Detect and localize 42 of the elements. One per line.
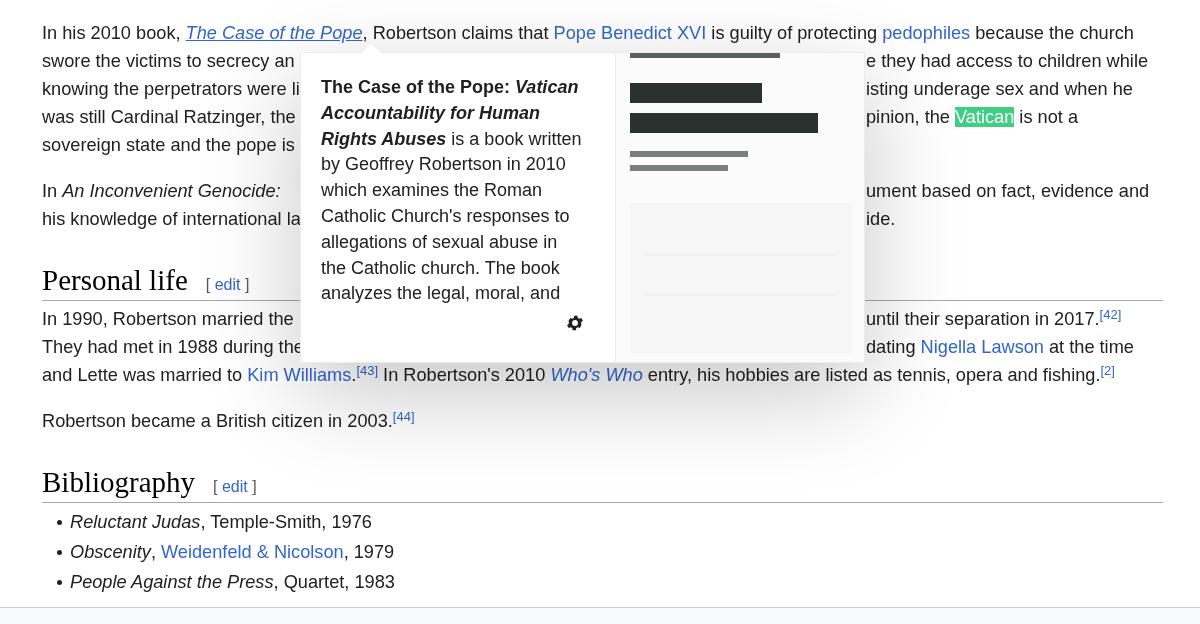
paragraph-text: knowing the perpetrators were li [42,79,300,99]
edit-section-text: [ edit ] [213,477,257,497]
paragraph-text: was still Cardinal Ratzinger, the [42,107,296,127]
paragraph-text: swore the victims to secrecy an [42,51,295,71]
paragraph-text: until their separation in 2017.$^{[42]}$ [866,309,1122,329]
paragraph-text: his knowledge of international la [42,209,301,229]
citation-link[interactable]: [2] [1100,363,1115,378]
paragraph-text: In his 2010 book, The Case of the Pope, Robertson claims that Pope Benedict XVI is guilty of protecting pedophiles because the church [42,23,1134,43]
edit-link[interactable]: edit [214,276,241,293]
citation-link[interactable]: [42] [1099,307,1122,322]
paragraph-text: pinion, the Vatican is not a [866,107,1078,127]
link[interactable]: Kim Williams [247,365,352,385]
paragraph-text: ument based on fact, evidence and [866,181,1150,201]
link[interactable]: Who's Who [550,365,643,385]
link[interactable]: Pope Benedict XVI [553,23,707,43]
edit-section-text: [ edit ] [205,275,250,295]
settings-icon[interactable] [565,313,585,333]
section-heading: Bibliography [42,465,196,500]
citation-link[interactable]: [44] [392,409,415,424]
paragraph-text: In 1990, Robertson married the [42,309,294,329]
paragraph-text: In An Inconvenient Genocide: [42,181,281,201]
bullet-icon [57,549,62,555]
section-heading: Personal life [42,263,188,298]
paragraph-text: and Lette was married to Kim Williams.$^{[43]}$ In Robertson's 2010 Who's Who entry, his hobbies are listed as tennis, opera and fishing.$^{[2]}$ [42,365,1115,385]
edit-link[interactable]: edit [221,478,248,495]
list-item-text: People Against the Press, Quartet, 1983 [70,571,395,594]
link[interactable]: Weidenfeld & Nicolson [161,542,344,562]
citation-link[interactable]: [43] [356,363,379,378]
list-item-text: Obscenity, Weidenfeld & Nicolson, 1979 [70,541,395,564]
paragraph-text: ide. [866,209,896,229]
link[interactable]: pedophiles [882,23,971,43]
paragraph-text: sovereign state and the pope is [42,135,295,155]
bullet-icon [57,519,62,525]
paragraph-text: e they had access to children while [866,51,1149,71]
paragraph-text: isting underage sex and when he [866,79,1133,99]
list-item-text: Reluctant Judas, Temple-Smith, 1976 [70,511,372,534]
preview-extract: The Case of the Pope: Vatican Accountability for Human Rights Abuses is a book written by Geoffrey Robertson in 2010 which examines the Roman Catholic Church's responses to allegations of sexual abuse in the Catholic church. The book analyzes the legal, moral, and [321,76,583,306]
link[interactable]: Nigella Lawson [920,337,1044,357]
link[interactable]: The Case of the Pope [185,23,363,43]
bullet-icon [57,579,62,585]
paragraph-text: dating Nigella Lawson at the time [866,337,1134,357]
paragraph-text: Robertson became a British citizen in 2003.$^{[44]}$ [42,411,415,431]
